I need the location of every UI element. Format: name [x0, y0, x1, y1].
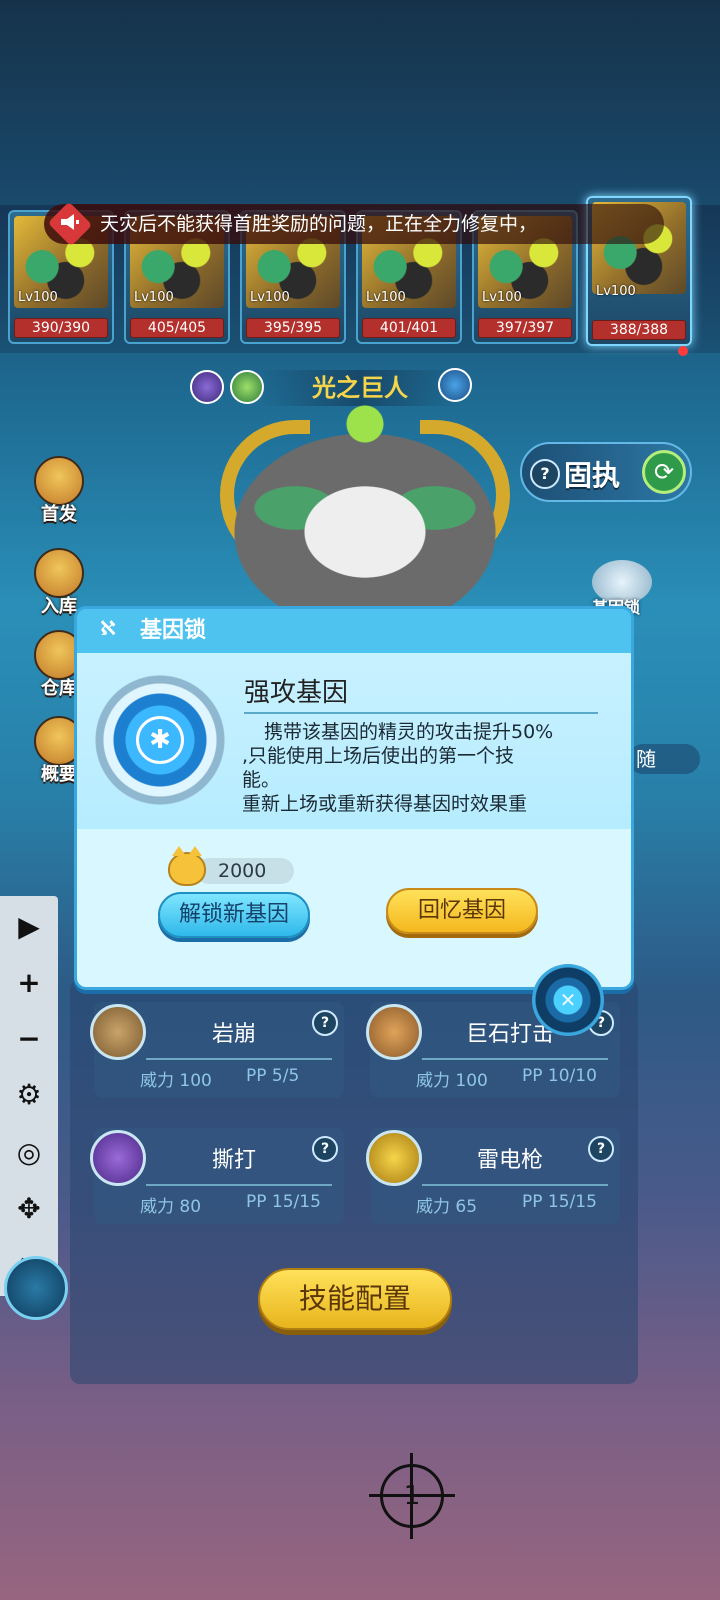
nature-label: 固执 [564, 459, 621, 492]
unlock-cost: 2000 [196, 858, 294, 884]
gene-name: 强攻基因 [244, 678, 349, 708]
lightning-icon [366, 1130, 422, 1186]
store-icon [34, 548, 84, 598]
close-icon[interactable]: ✕ [532, 964, 604, 1036]
recall-gene-button[interactable]: 回忆基因 [386, 888, 538, 934]
follow-label: 随 [636, 747, 656, 771]
skill-help-icon[interactable]: ? [312, 1136, 338, 1162]
pet-hp: 401/401 [362, 318, 456, 338]
skill-name: 雷电枪 [476, 1148, 543, 1173]
floating-toolbar: ▶ + − ⚙ ◎ ✥ ✕ [0, 896, 58, 1296]
cat-coin-icon [168, 846, 206, 886]
skill-divider [422, 1058, 608, 1060]
bat-icon [90, 1130, 146, 1186]
skill-pp: PP 5/5 [246, 1066, 300, 1086]
skill-divider [146, 1058, 332, 1060]
pet-hp: 390/390 [14, 318, 108, 338]
pet-level: Lv100 [596, 284, 636, 299]
modal-title: 基因锁 [140, 618, 207, 643]
skill-divider [422, 1184, 608, 1186]
gene-divider [244, 712, 598, 714]
skill-config-button[interactable]: 技能配置 [258, 1268, 452, 1330]
skill-pp: PP 15/15 [246, 1192, 321, 1212]
skill-power: 威力 100 [416, 1071, 488, 1091]
eye-hide-icon[interactable]: ◎ [8, 1132, 50, 1174]
move-icon[interactable]: ✥ [8, 1188, 50, 1230]
pet-hp: 397/397 [478, 318, 572, 338]
gene-desc-line: ,只能使用上场后使出的第一个技 [242, 745, 515, 767]
pet-level: Lv100 [250, 290, 290, 305]
skill-help-icon[interactable]: ? [312, 1010, 338, 1036]
gene-core-icon: ✱ [136, 716, 184, 764]
minus-icon[interactable]: − [8, 1018, 50, 1060]
gene-description[interactable]: 携带该基因的精灵的攻击提升50% ,只能使用上场后使出的第一个技 能。 重新上场… [242, 720, 602, 818]
pet-level: Lv100 [366, 290, 406, 305]
skill-pp: PP 10/10 [522, 1066, 597, 1086]
rock-icon [90, 1004, 146, 1060]
play-icon[interactable]: ▶ [8, 906, 50, 948]
gene-desc-line: 重新上场或重新获得基因时效果重 [242, 793, 528, 815]
grass-type-icon [230, 370, 264, 404]
dna-icon: ℵ [100, 616, 116, 640]
skill-card-1[interactable]: 岩崩 ? 威力 100 PP 5/5 [90, 1002, 344, 1098]
gene-emblem-icon: ✱ [92, 672, 228, 808]
gene-desc-line: 携带该基因的精灵的攻击提升50% [264, 721, 554, 743]
skill-power: 威力 80 [140, 1197, 202, 1217]
gear-icon[interactable]: ⚙ [8, 1074, 50, 1116]
skill-divider [146, 1184, 332, 1186]
pet-level: Lv100 [18, 290, 58, 305]
starter-button[interactable]: 首发 [28, 456, 90, 534]
notice-text: 天灾后不能获得首胜奖励的问题，正在全力修复中， [100, 213, 538, 235]
pet-hp: 405/405 [130, 318, 224, 338]
skill-help-icon[interactable]: ? [588, 1136, 614, 1162]
pet-hp: 388/388 [592, 320, 686, 340]
gene-desc-line: 能。 [242, 769, 281, 791]
bat-type-icon [190, 370, 224, 404]
megaphone-icon [57, 212, 83, 236]
crosshair-target[interactable]: 1 [369, 1453, 455, 1539]
help-icon[interactable]: ? [530, 459, 560, 489]
skill-name: 岩崩 [211, 1022, 256, 1047]
skill-card-3[interactable]: 撕打 ? 威力 80 PP 15/15 [90, 1128, 344, 1224]
panda-icon[interactable] [438, 368, 472, 402]
starter-label: 首发 [41, 504, 77, 525]
boulder-icon [366, 1004, 422, 1060]
notification-dot [678, 346, 688, 356]
skill-pp: PP 15/15 [522, 1192, 597, 1212]
starter-icon [34, 456, 84, 506]
refresh-icon[interactable]: ⟳ [642, 450, 686, 494]
target-number: 1 [403, 1481, 421, 1511]
follow-button[interactable]: 随 [628, 744, 700, 774]
skill-power: 威力 65 [416, 1197, 478, 1217]
unlock-gene-button[interactable]: 解锁新基因 [158, 892, 310, 938]
pet-level: Lv100 [482, 290, 522, 305]
pet-hp: 395/395 [246, 318, 340, 338]
round-avatar-button[interactable] [4, 1256, 68, 1320]
pet-artwork [190, 400, 540, 640]
skill-card-4[interactable]: 雷电枪 ? 威力 65 PP 15/15 [366, 1128, 620, 1224]
plus-icon[interactable]: + [8, 962, 50, 1004]
skill-name: 撕打 [211, 1148, 256, 1173]
pet-level: Lv100 [134, 290, 174, 305]
notice-marquee: 天灾后不能获得首胜奖励的问题，正在全力修复中， [44, 204, 664, 244]
skill-power: 威力 100 [140, 1071, 212, 1091]
nature-button[interactable]: ? 固执 ⟳ [520, 442, 692, 502]
